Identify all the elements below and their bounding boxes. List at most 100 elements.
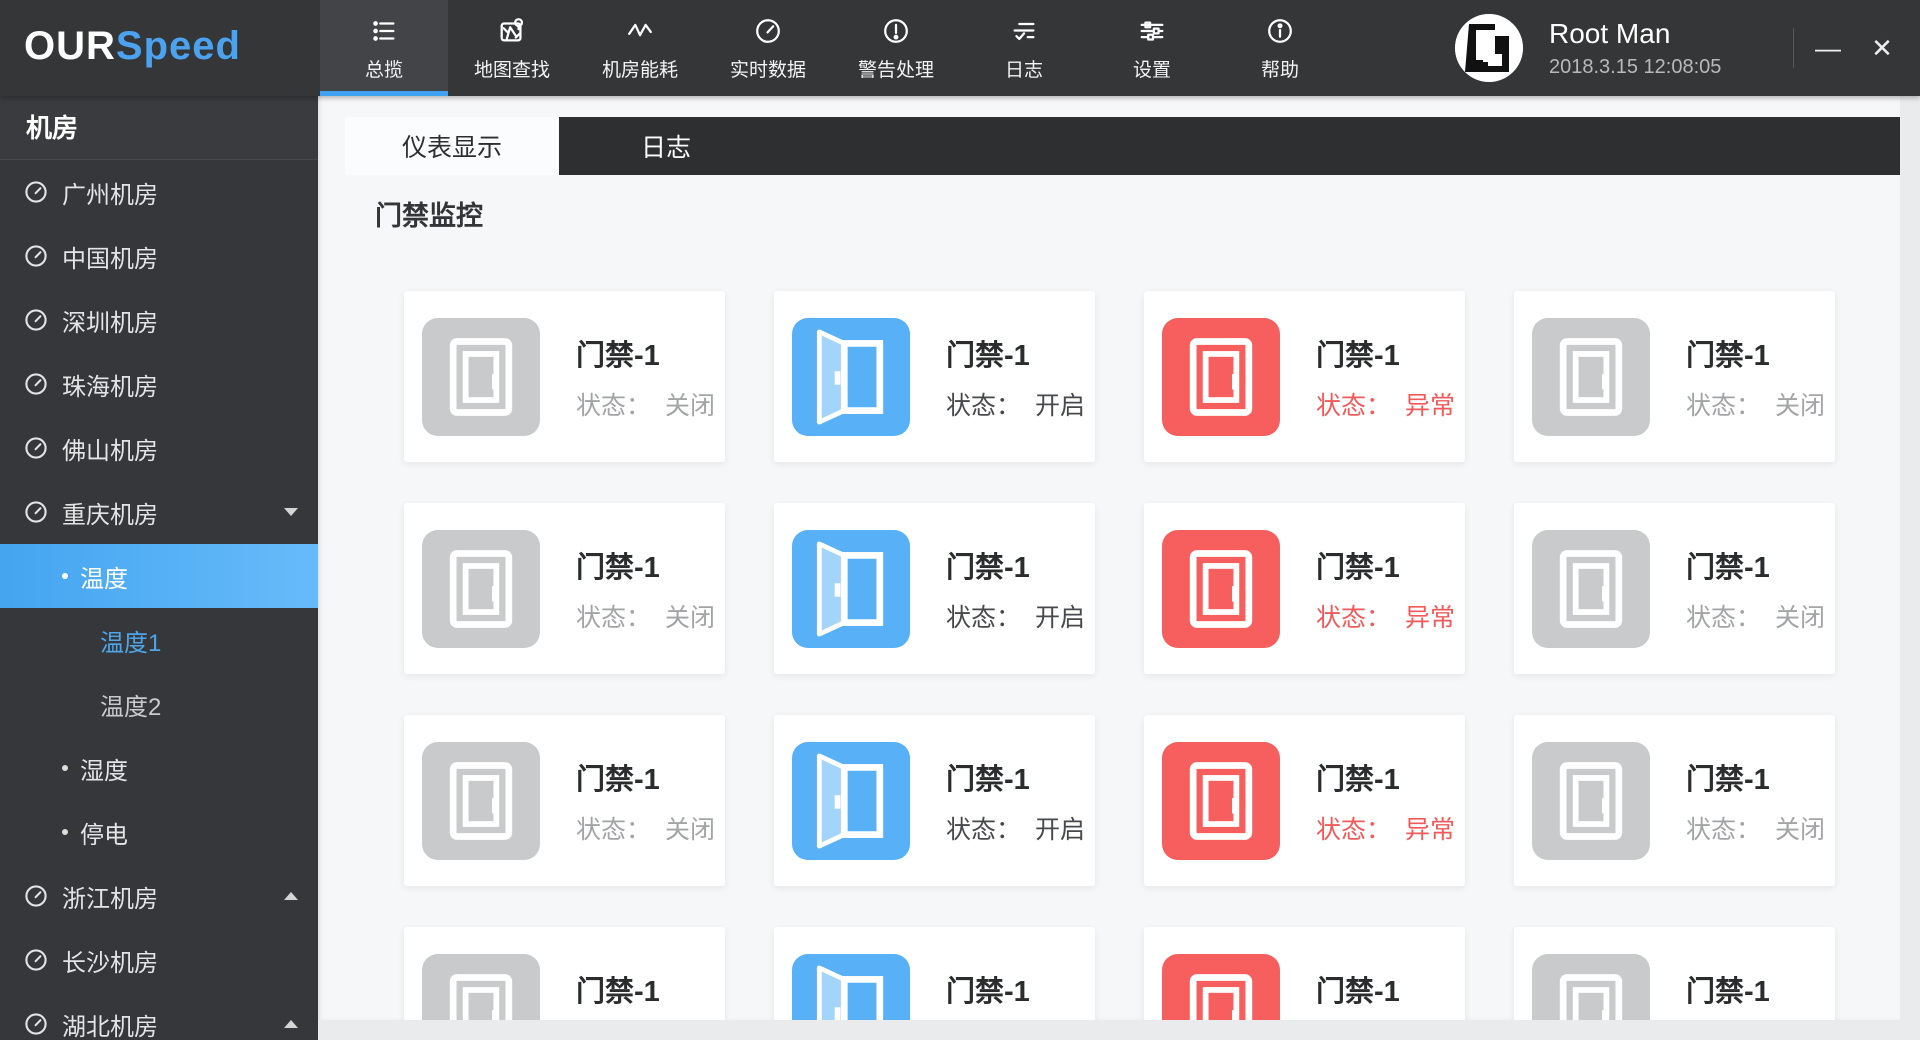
sidebar-item-humidity[interactable]: 湿度 [0,736,318,800]
sidebar-item-label: 中国机房 [62,245,158,273]
topnav-item-realtime[interactable]: 实时数据 [704,0,832,96]
door-card[interactable]: 门禁-1状态：关闭 [1514,715,1835,886]
door-open-icon [792,953,910,1020]
door-card-title: 门禁-1 [946,339,1030,372]
topnav-item-overview[interactable]: 总揽 [320,0,448,96]
door-card[interactable]: 门禁-1状态：关闭 [1514,503,1835,674]
door-card-grid: 门禁-1 状态： 关闭 门禁-1 状态： 开启 门禁-1 状态： 异常 门禁-1 状态： 关闭 门禁-1… [404,291,1835,1020]
sidebar-header: 机房 [0,96,318,160]
door-card-title: 门禁-1 [1686,763,1770,796]
close-icon[interactable]: ✕ [1852,0,1912,96]
realtime-gauge-icon [753,14,783,48]
status-value: 关闭 [1775,815,1826,844]
map-search-icon [497,14,527,48]
door-card[interactable]: 门禁-1状态：关闭 [1514,291,1835,462]
sidebar-item-foshan[interactable]: 佛山机房 [0,416,318,480]
chevron-up-icon[interactable] [284,1020,298,1028]
door-card[interactable]: 门禁-1状态：异常 [1144,927,1465,1020]
door-card[interactable]: 门禁-1状态：关闭 [404,715,725,886]
door-card[interactable]: 门禁-1状态：异常 [1144,715,1465,886]
door-card[interactable]: 门禁-1状态：关闭 [404,927,725,1020]
door-card[interactable]: 门禁-1状态：异常 [1144,503,1465,674]
sidebar-item-power-off[interactable]: 停电 [0,800,318,864]
tab-gauges[interactable]: 仪表显示 [345,117,559,175]
door-card-status: 状态： 开启 [946,810,1085,846]
sidebar-item-chongqing[interactable]: 重庆机房 [0,480,318,544]
topnav-item-map[interactable]: 地图查找 [448,0,576,96]
door-card[interactable]: 门禁-1 状态： 开启 [774,291,1095,462]
sidebar-item-temperature-1[interactable]: 温度1 [0,608,318,672]
sidebar-item-guangzhou[interactable]: 广州机房 [0,160,318,224]
status-label: 状态： [946,391,1022,420]
logo-part-1: OUR [24,24,116,68]
logo-part-2: Speed [115,24,241,68]
sidebar-item-hubei[interactable]: 湖北机房 [0,992,318,1040]
status-label: 状态： [1686,603,1762,632]
door-card-title: 门禁-1 [1686,975,1770,1008]
door-card[interactable]: 门禁-1状态：关闭 [404,503,725,674]
topnav-item-logs[interactable]: 日志 [960,0,1088,96]
status-label: 状态： [576,815,652,844]
status-value: 开启 [1035,391,1086,420]
door-card[interactable]: 门禁-1状态：异常 [1144,291,1465,462]
status-value: 关闭 [665,391,716,420]
sidebar-item-changsha[interactable]: 长沙机房 [0,928,318,992]
door-card[interactable]: 门禁-1状态：开启 [774,715,1095,886]
main-panel: 仪表显示 日志 门禁监控 门禁-1 状态： 关闭 门禁-1 状态： 开启 门禁-1 状态： 异常门… [318,96,1900,1020]
log-icon [1009,14,1039,48]
status-value: 异常 [1405,603,1456,632]
sidebar-item-label: 温度 [80,565,128,593]
sidebar-item-temperature[interactable]: 温度 [0,544,318,608]
chevron-down-icon[interactable] [284,508,298,516]
sidebar: 机房 广州机房中国机房深圳机房 珠海机房 佛山机房重庆机房温度温度1 温度2 湿度 停电浙… [0,96,318,1040]
door-card[interactable]: 门禁-1状态：关闭 [1514,927,1835,1020]
window-divider [1793,28,1794,68]
tab-bar: 仪表显示 日志 [345,117,1900,175]
energy-wave-icon [625,14,655,48]
door-card-status: 状态： 关闭 [576,386,715,422]
sidebar-list: 广州机房中国机房深圳机房 珠海机房 佛山机房重庆机房温度温度1 温度2 湿度 停电 浙江机房… [0,160,318,1040]
sidebar-item-zhuhai[interactable]: 珠海机房 [0,352,318,416]
door-card-status: 状态： 开启 [946,386,1085,422]
bullet-icon [62,829,68,835]
door-closed-icon [1162,741,1280,860]
topnav-item-alerts[interactable]: 警告处理 [832,0,960,96]
topnav-item-help[interactable]: 帮助 [1216,0,1344,96]
app-logo: OURSpeed [24,24,241,69]
door-open-icon [792,529,910,648]
sidebar-item-label: 温度2 [100,693,162,721]
sidebar-item-label: 重庆机房 [62,501,158,529]
door-card[interactable]: 门禁-1状态：关闭 [404,291,725,462]
door-card-status: 状态： 关闭 [1686,598,1825,634]
tab-log[interactable]: 日志 [559,117,773,175]
door-card-status: 状态： 关闭 [576,598,715,634]
sidebar-item-temperature-2[interactable]: 温度2 [0,672,318,736]
door-card[interactable]: 门禁-1状态：开启 [774,927,1095,1020]
sidebar-item-shenzhen[interactable]: 深圳机房 [0,288,318,352]
chevron-up-icon[interactable] [284,892,298,900]
user-box: Root Man 2018.3.15 12:08:05 [1455,0,1721,96]
door-closed-icon [1532,317,1650,436]
section-title: 门禁监控 [375,201,483,231]
topnav-item-energy[interactable]: 机房能耗 [576,0,704,96]
datetime: 2018.3.15 12:08:05 [1549,55,1722,78]
sidebar-item-label: 温度1 [100,629,162,657]
topnav-label: 日志 [1004,60,1043,81]
topnav-item-settings[interactable]: 设置 [1088,0,1216,96]
door-closed-icon [422,529,540,648]
door-card-title: 门禁-1 [1316,975,1400,1008]
door-card[interactable]: 门禁-1状态：开启 [774,503,1095,674]
sidebar-item-label: 广州机房 [62,181,158,209]
status-value: 异常 [1405,815,1456,844]
sidebar-item-china[interactable]: 中国机房 [0,224,318,288]
door-card-status: 状态： 异常 [1316,810,1455,846]
alert-icon [881,14,911,48]
minimize-icon[interactable]: — [1798,0,1858,96]
door-card-title: 门禁-1 [1316,339,1400,372]
avatar[interactable] [1455,14,1523,82]
door-closed-icon [422,741,540,860]
door-card-status: 状态： 异常 [1316,598,1455,634]
bullet-icon [62,573,68,579]
sidebar-item-zhejiang[interactable]: 浙江机房 [0,864,318,928]
door-closed-icon [422,317,540,436]
